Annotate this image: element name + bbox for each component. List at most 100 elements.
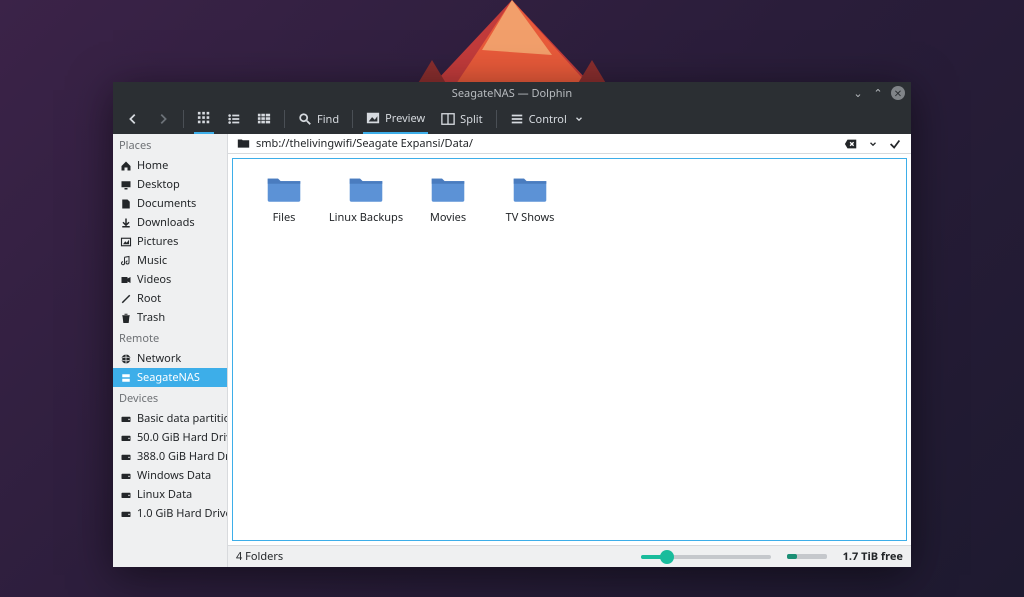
folder-item[interactable]: TV Shows bbox=[499, 173, 561, 526]
places-item[interactable]: Videos bbox=[113, 270, 227, 289]
status-bar: 4 Folders 1.7 TiB free bbox=[228, 545, 911, 567]
documents-icon bbox=[119, 197, 132, 210]
server-icon bbox=[119, 371, 132, 384]
chevron-down-icon bbox=[572, 112, 586, 126]
places-item[interactable]: Downloads bbox=[113, 213, 227, 232]
sidebar-item-label: Pictures bbox=[137, 234, 178, 249]
places-item[interactable]: Home bbox=[113, 156, 227, 175]
accept-path-button[interactable] bbox=[887, 136, 903, 152]
folder-label: TV Shows bbox=[506, 210, 555, 225]
places-item[interactable]: Trash bbox=[113, 308, 227, 327]
sidebar-item-label: Windows Data bbox=[137, 468, 211, 483]
folder-item[interactable]: Linux Backups bbox=[335, 173, 397, 526]
toolbar: Find Preview Split Control bbox=[113, 104, 911, 134]
devices-header: Devices bbox=[113, 387, 227, 409]
sidebar-item-label: Videos bbox=[137, 272, 171, 287]
downloads-icon bbox=[119, 216, 132, 229]
free-space-bar bbox=[787, 554, 827, 559]
remote-item[interactable]: SeagateNAS bbox=[113, 368, 227, 387]
devices-item[interactable]: Windows Data bbox=[113, 466, 227, 485]
drive-icon bbox=[119, 469, 132, 482]
folder-item[interactable]: Files bbox=[253, 173, 315, 526]
split-button[interactable]: Split bbox=[438, 104, 485, 134]
sidebar-item-label: Trash bbox=[137, 310, 165, 325]
remote-item[interactable]: Network bbox=[113, 349, 227, 368]
chevron-down-icon[interactable] bbox=[865, 136, 881, 152]
folder-icon bbox=[266, 173, 302, 207]
free-space-label: 1.7 TiB free bbox=[843, 549, 903, 564]
maximize-button[interactable]: ⌃ bbox=[871, 86, 885, 100]
folder-icon bbox=[236, 137, 250, 151]
places-item[interactable]: Pictures bbox=[113, 232, 227, 251]
places-item[interactable]: Music bbox=[113, 251, 227, 270]
devices-item[interactable]: Basic data partition bbox=[113, 409, 227, 428]
remote-header: Remote bbox=[113, 327, 227, 349]
sidebar-item-label: 1.0 GiB Hard Drive bbox=[137, 506, 228, 521]
places-item[interactable]: Documents bbox=[113, 194, 227, 213]
sidebar-item-label: SeagateNAS bbox=[137, 370, 200, 385]
devices-item[interactable]: 50.0 GiB Hard Drive bbox=[113, 428, 227, 447]
sidebar-item-label: Desktop bbox=[137, 177, 180, 192]
image-icon bbox=[366, 111, 380, 125]
sidebar-item-label: Documents bbox=[137, 196, 196, 211]
preview-button[interactable]: Preview bbox=[363, 104, 428, 134]
drive-icon bbox=[119, 450, 132, 463]
home-icon bbox=[119, 159, 132, 172]
item-count: 4 Folders bbox=[236, 549, 631, 564]
dolphin-window: SeagateNAS — Dolphin ⌄ ⌃ ✕ bbox=[113, 82, 911, 567]
back-button[interactable] bbox=[123, 104, 143, 134]
sidebar: Places HomeDesktopDocumentsDownloadsPict… bbox=[113, 134, 228, 567]
devices-item[interactable]: Linux Data bbox=[113, 485, 227, 504]
desktop-icon bbox=[119, 178, 132, 191]
sidebar-item-label: Music bbox=[137, 253, 167, 268]
folder-icon bbox=[430, 173, 466, 207]
control-menu[interactable]: Control bbox=[507, 104, 589, 134]
sidebar-item-label: Downloads bbox=[137, 215, 195, 230]
compact-view-button[interactable] bbox=[224, 104, 244, 134]
places-item[interactable]: Desktop bbox=[113, 175, 227, 194]
drive-icon bbox=[119, 507, 132, 520]
drive-icon bbox=[119, 431, 132, 444]
sidebar-item-label: Linux Data bbox=[137, 487, 192, 502]
places-item[interactable]: Root bbox=[113, 289, 227, 308]
titlebar[interactable]: SeagateNAS — Dolphin ⌄ ⌃ ✕ bbox=[113, 82, 911, 104]
path-bar: smb://thelivingwifi/Seagate Expansi/Data… bbox=[228, 134, 911, 154]
folder-label: Linux Backups bbox=[329, 210, 403, 225]
music-icon bbox=[119, 254, 132, 267]
path-text[interactable]: smb://thelivingwifi/Seagate Expansi/Data… bbox=[256, 136, 837, 151]
drive-icon bbox=[119, 412, 132, 425]
list-icon bbox=[227, 112, 241, 126]
folder-label: Movies bbox=[430, 210, 466, 225]
minimize-button[interactable]: ⌄ bbox=[851, 86, 865, 100]
devices-item[interactable]: 1.0 GiB Hard Drive bbox=[113, 504, 227, 523]
folder-item[interactable]: Movies bbox=[417, 173, 479, 526]
zoom-slider[interactable] bbox=[641, 555, 771, 559]
arrow-left-icon bbox=[126, 112, 140, 126]
root-icon bbox=[119, 292, 132, 305]
sidebar-item-label: Home bbox=[137, 158, 168, 173]
hamburger-icon bbox=[510, 112, 524, 126]
sidebar-item-label: Root bbox=[137, 291, 161, 306]
network-icon bbox=[119, 352, 132, 365]
folder-icon bbox=[348, 173, 384, 207]
close-button[interactable]: ✕ bbox=[891, 86, 905, 100]
grid-icon bbox=[197, 111, 211, 125]
details-icon bbox=[257, 112, 271, 126]
search-icon bbox=[298, 112, 312, 126]
split-icon bbox=[441, 112, 455, 126]
drive-icon bbox=[119, 488, 132, 501]
window-title: SeagateNAS — Dolphin bbox=[452, 86, 572, 101]
sidebar-item-label: Basic data partition bbox=[137, 411, 228, 426]
file-view[interactable]: Files Linux Backups Movies TV Shows bbox=[232, 158, 907, 541]
backspace-path-button[interactable] bbox=[843, 136, 859, 152]
arrow-right-icon bbox=[156, 112, 170, 126]
icons-view-button[interactable] bbox=[194, 104, 214, 134]
details-view-button[interactable] bbox=[254, 104, 274, 134]
devices-item[interactable]: 388.0 GiB Hard Drive bbox=[113, 447, 227, 466]
folder-label: Files bbox=[273, 210, 296, 225]
main-pane: smb://thelivingwifi/Seagate Expansi/Data… bbox=[228, 134, 911, 567]
forward-button[interactable] bbox=[153, 104, 173, 134]
find-button[interactable]: Find bbox=[295, 104, 342, 134]
folder-icon bbox=[512, 173, 548, 207]
sidebar-item-label: 50.0 GiB Hard Drive bbox=[137, 430, 228, 445]
